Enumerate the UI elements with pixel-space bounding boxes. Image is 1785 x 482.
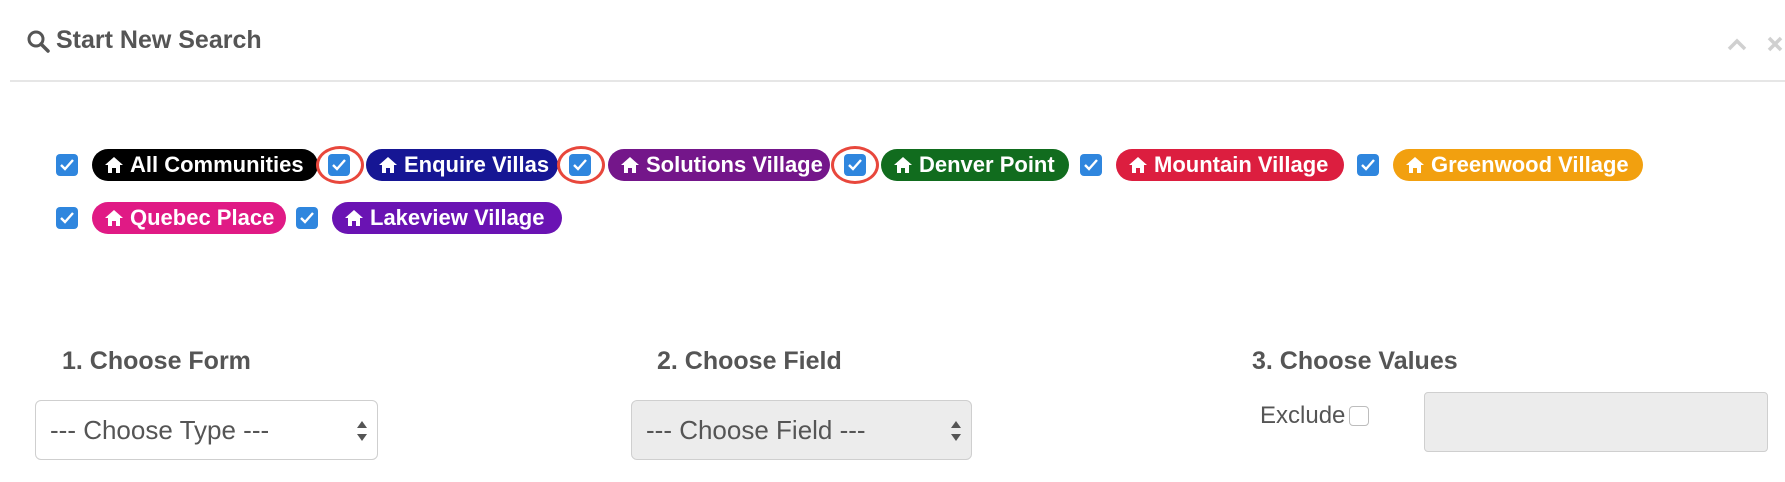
community-checkbox-enquire-villas[interactable] bbox=[328, 154, 350, 176]
home-icon bbox=[345, 210, 363, 226]
choose-type-value: --- Choose Type --- bbox=[50, 414, 270, 445]
search-icon bbox=[27, 30, 50, 53]
community-tag-quebec-place[interactable]: Quebec Place bbox=[92, 202, 286, 234]
home-icon bbox=[379, 157, 397, 173]
community-tag-solutions-village[interactable]: Solutions Village bbox=[608, 149, 830, 181]
community-checkbox-greenwood-village[interactable] bbox=[1357, 154, 1379, 176]
values-input[interactable] bbox=[1424, 392, 1768, 452]
choose-form-label: 1. Choose Form bbox=[62, 347, 251, 375]
choose-values-label: 3. Choose Values bbox=[1252, 347, 1458, 375]
panel-title: Start New Search bbox=[26, 26, 262, 55]
home-icon bbox=[1129, 157, 1147, 173]
community-tag-mountain-village[interactable]: Mountain Village bbox=[1116, 149, 1344, 181]
panel-header: Start New Search bbox=[10, 0, 1785, 82]
community-tag-enquire-villas[interactable]: Enquire Villas bbox=[366, 149, 558, 181]
home-icon bbox=[1406, 157, 1424, 173]
close-icon[interactable] bbox=[1765, 34, 1785, 56]
community-checkbox-all[interactable] bbox=[56, 154, 78, 176]
choose-field-value: --- Choose Field --- bbox=[646, 414, 866, 445]
home-icon bbox=[105, 157, 123, 173]
select-arrows-icon bbox=[951, 421, 961, 441]
home-icon bbox=[894, 157, 912, 173]
community-checkbox-quebec-place[interactable] bbox=[56, 207, 78, 229]
community-tag-lakeview-village[interactable]: Lakeview Village bbox=[332, 202, 562, 234]
community-tag-all-communities[interactable]: All Communities bbox=[92, 149, 318, 181]
community-checkbox-denver-point[interactable] bbox=[844, 154, 866, 176]
chevron-up-icon[interactable] bbox=[1726, 34, 1748, 56]
exclude-checkbox[interactable] bbox=[1349, 406, 1369, 426]
community-tag-denver-point[interactable]: Denver Point bbox=[881, 149, 1069, 181]
home-icon bbox=[621, 157, 639, 173]
community-checkbox-solutions-village[interactable] bbox=[569, 154, 591, 176]
community-tag-greenwood-village[interactable]: Greenwood Village bbox=[1393, 149, 1643, 181]
choose-field-label: 2. Choose Field bbox=[657, 347, 842, 375]
choose-type-select[interactable]: --- Choose Type --- bbox=[35, 400, 378, 460]
exclude-label: Exclude bbox=[1260, 402, 1346, 429]
panel-title-text: Start New Search bbox=[56, 26, 262, 54]
select-arrows-icon bbox=[357, 421, 367, 441]
community-checkbox-lakeview-village[interactable] bbox=[296, 207, 318, 229]
choose-field-select[interactable]: --- Choose Field --- bbox=[631, 400, 972, 460]
home-icon bbox=[105, 210, 123, 226]
community-checkbox-mountain-village[interactable] bbox=[1080, 154, 1102, 176]
